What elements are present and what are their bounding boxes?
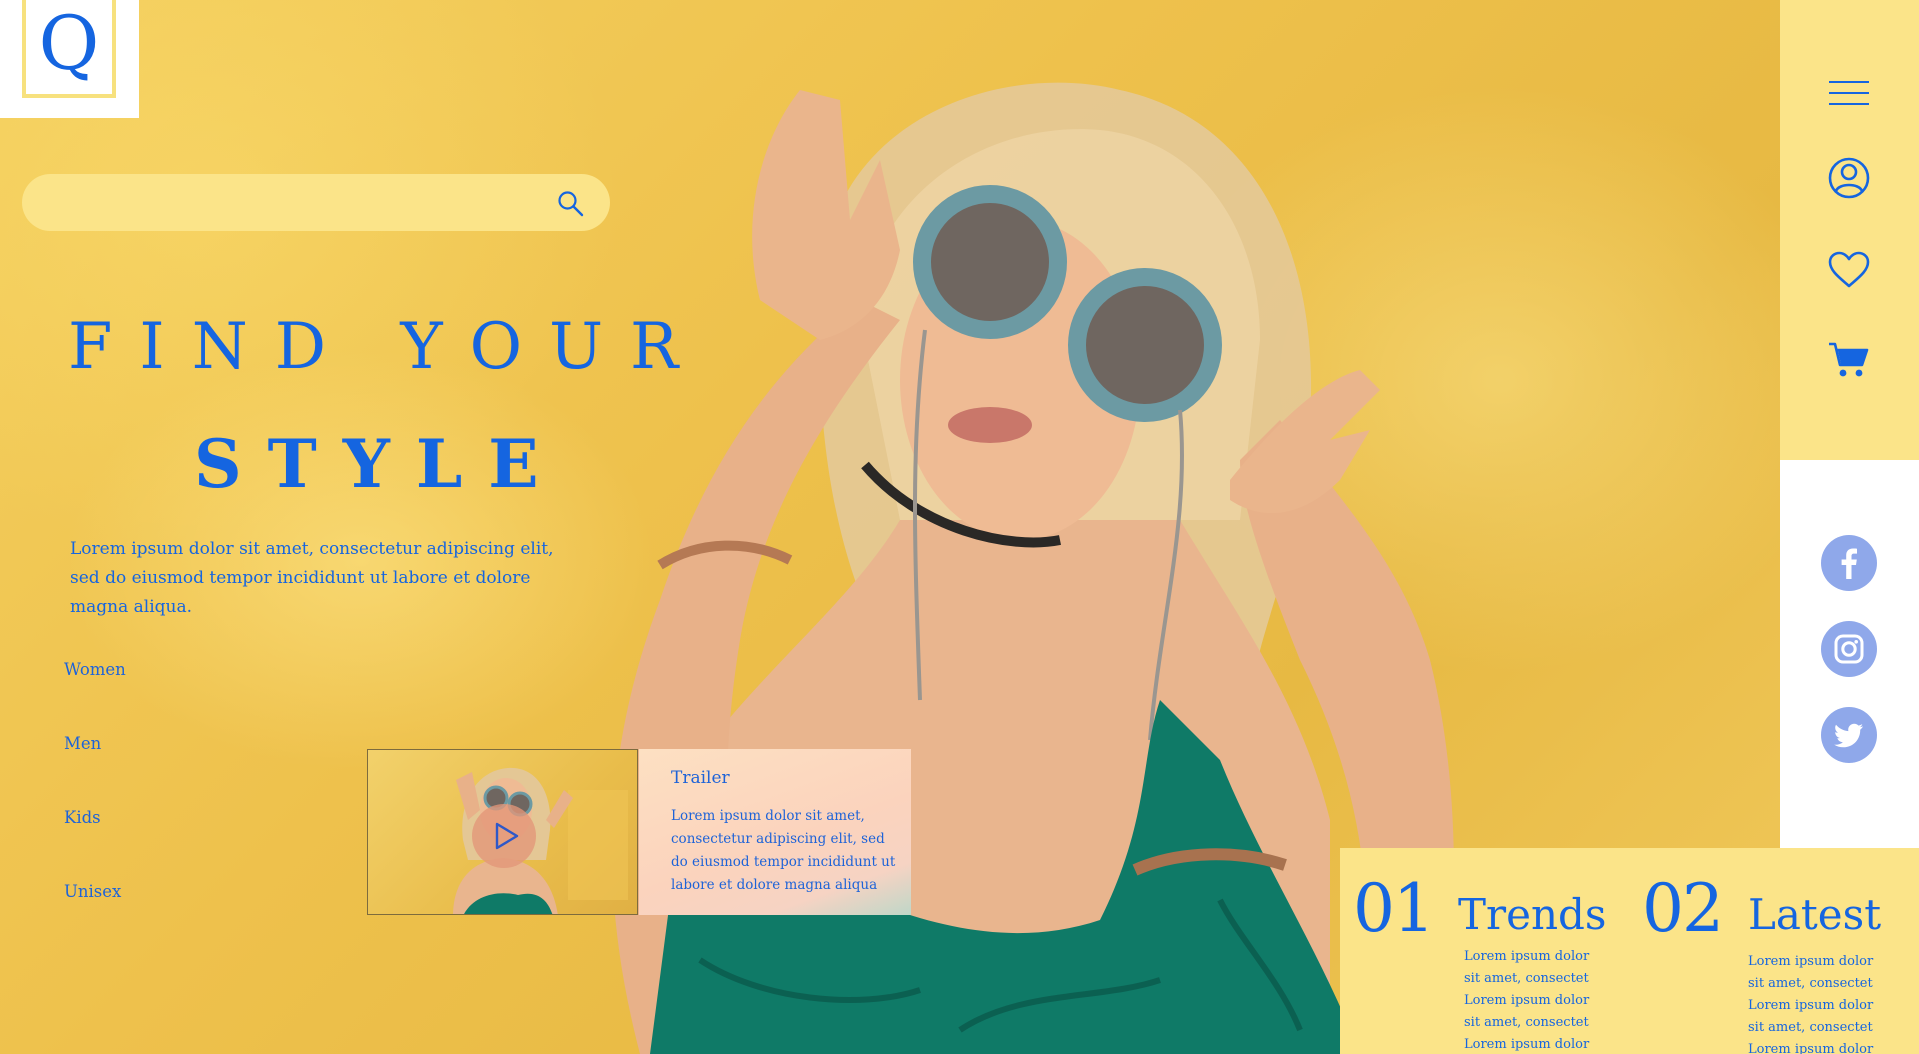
twitter-link[interactable] bbox=[1821, 707, 1877, 763]
play-button[interactable] bbox=[472, 804, 536, 868]
category-link-unisex[interactable]: Unisex bbox=[64, 882, 126, 956]
twitter-icon bbox=[1834, 723, 1863, 748]
menu-icon[interactable] bbox=[1828, 80, 1870, 106]
category-nav: Women Men Kids Unisex bbox=[64, 660, 126, 956]
trailer-title: Trailer bbox=[671, 768, 730, 788]
trailer-thumbnail[interactable] bbox=[367, 749, 638, 915]
trailer-description: Lorem ipsum dolor sit amet, consectetur … bbox=[671, 808, 896, 893]
category-link-kids[interactable]: Kids bbox=[64, 808, 126, 882]
feature-number-02: 02 bbox=[1642, 870, 1724, 947]
logo[interactable]: Q bbox=[0, 0, 139, 118]
category-link-men[interactable]: Men bbox=[64, 734, 126, 808]
feature-panel: 01 Trends Lorem ipsum dolor sit amet, co… bbox=[1340, 848, 1919, 1054]
user-icon[interactable] bbox=[1828, 157, 1870, 199]
search-bar bbox=[22, 174, 610, 231]
logo-letter: Q bbox=[22, 0, 116, 98]
cart-icon[interactable] bbox=[1828, 341, 1870, 379]
feature-title-latest[interactable]: Latest bbox=[1748, 890, 1881, 939]
trailer-info-card: Trailer Lorem ipsum dolor sit amet, cons… bbox=[639, 749, 911, 915]
sidebar-top bbox=[1780, 0, 1919, 460]
play-icon bbox=[495, 822, 519, 850]
heart-icon[interactable] bbox=[1828, 251, 1870, 289]
feature-number-01: 01 bbox=[1353, 870, 1435, 947]
instagram-icon bbox=[1834, 634, 1864, 664]
sidebar-social bbox=[1780, 460, 1919, 848]
facebook-link[interactable] bbox=[1821, 535, 1877, 591]
feature-text-latest: Lorem ipsum dolor sit amet, consectet Lo… bbox=[1748, 954, 1874, 1054]
facebook-icon bbox=[1841, 548, 1857, 579]
feature-title-trends[interactable]: Trends bbox=[1458, 890, 1606, 939]
category-link-women[interactable]: Women bbox=[64, 660, 126, 734]
feature-text-trends: Lorem ipsum dolor sit amet, consectet Lo… bbox=[1464, 949, 1590, 1052]
search-icon[interactable] bbox=[557, 190, 584, 217]
hero-description: Lorem ipsum dolor sit amet, consectetur … bbox=[70, 539, 554, 617]
headline-find-your: FIND YOUR bbox=[68, 310, 706, 384]
instagram-link[interactable] bbox=[1821, 621, 1877, 677]
search-input[interactable] bbox=[48, 174, 548, 231]
headline-style: STYLE bbox=[194, 425, 565, 503]
